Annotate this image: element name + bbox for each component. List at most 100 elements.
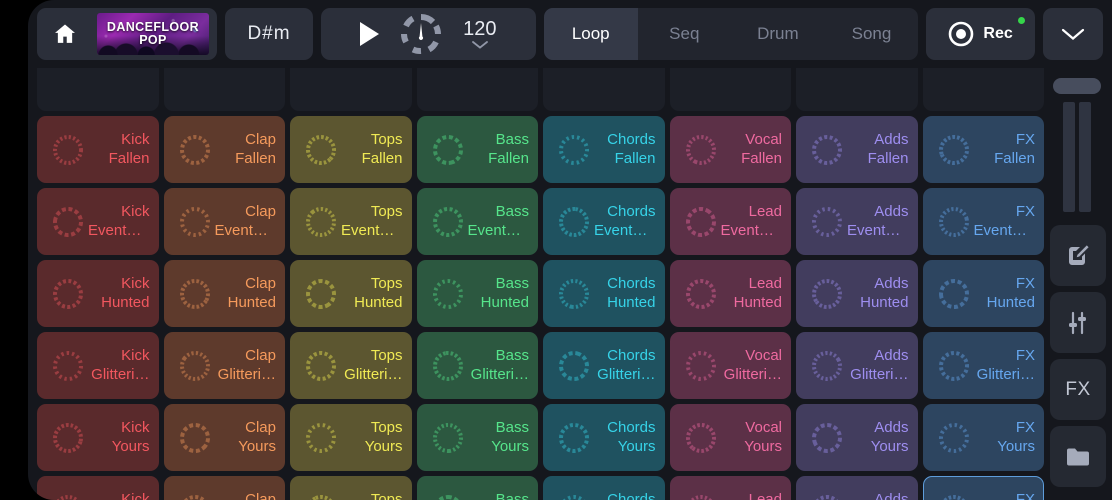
clip-variant-label: Glitteri… xyxy=(470,365,529,383)
clip-idle-icon xyxy=(685,134,716,165)
clip-track-label: Bass xyxy=(495,203,529,221)
clip-cell[interactable]: Kick Hunted xyxy=(37,260,159,327)
clip-cell[interactable]: Chords Hunted xyxy=(543,260,665,327)
clip-cell[interactable]: Vocal Fallen xyxy=(669,116,791,183)
fx-button[interactable]: FX xyxy=(1050,359,1106,420)
clip-cell[interactable]: Tops Yours xyxy=(290,404,412,471)
clip-variant-label: Glitteri… xyxy=(597,365,656,383)
metronome-icon[interactable] xyxy=(399,12,443,56)
clip-cell[interactable]: Chords Eventu… xyxy=(543,188,665,255)
clip-idle-icon xyxy=(179,278,210,309)
clip-track-label: Tops xyxy=(370,275,403,293)
clip-variant-label: Fallen xyxy=(488,149,529,167)
clip-cell-empty[interactable] xyxy=(37,68,159,111)
clip-cell[interactable]: Bass Hunted xyxy=(416,260,538,327)
clip-cell[interactable]: Adds Glitteri… xyxy=(796,332,918,399)
home-button[interactable] xyxy=(37,8,93,60)
clip-cell[interactable]: Tops Hunted xyxy=(290,260,412,327)
mixer-button[interactable] xyxy=(1050,292,1106,353)
clip-variant-label: Yours xyxy=(997,437,1035,455)
clip-idle-icon xyxy=(306,206,336,237)
clip-cell-empty[interactable] xyxy=(543,68,665,111)
clip-cell[interactable]: Bass Glitteri… xyxy=(416,332,538,399)
clip-cell-empty[interactable] xyxy=(163,68,285,111)
key-signature-button[interactable]: D#m xyxy=(225,8,313,60)
clip-cell[interactable]: Vocal Yours xyxy=(669,404,791,471)
clip-cell[interactable]: BassCrises xyxy=(416,476,538,500)
clip-cell[interactable]: FX Eventu… xyxy=(922,188,1044,255)
clip-cell[interactable]: Adds Eventu… xyxy=(796,188,918,255)
clip-variant-label: Yours xyxy=(111,437,150,455)
clip-cell[interactable]: Lead Hunted xyxy=(669,260,791,327)
grid-scrollbar-handle[interactable] xyxy=(1053,78,1101,94)
clip-cell[interactable]: ChordsCrises xyxy=(543,476,665,500)
clip-cell[interactable]: KickCrises xyxy=(37,476,159,500)
tab-drum[interactable]: Drum xyxy=(731,8,825,60)
clip-variant-label: Glitteri… xyxy=(344,365,403,383)
clip-cell[interactable]: TopsCrises xyxy=(290,476,412,500)
clip-idle-icon xyxy=(812,134,842,165)
clip-cell[interactable]: LeadCrises xyxy=(669,476,791,500)
clip-track-label: Tops xyxy=(370,347,403,365)
clip-cell[interactable]: Adds Yours xyxy=(796,404,918,471)
project-artwork[interactable]: DANCEFLOOR POP xyxy=(97,13,209,55)
expand-header-button[interactable] xyxy=(1042,8,1103,60)
clip-cell[interactable]: Clap Yours xyxy=(163,404,285,471)
clip-cell[interactable]: Chords Yours xyxy=(543,404,665,471)
clip-idle-icon xyxy=(432,494,463,500)
clip-cell[interactable]: Kick Yours xyxy=(37,404,159,471)
fader-left[interactable] xyxy=(1063,102,1075,212)
clip-cell[interactable]: FX Fallen xyxy=(922,116,1044,183)
clip-cell[interactable]: Adds Hunted xyxy=(796,260,918,327)
clip-grid-viewport[interactable]: Kick Fallen Clap Fallen Tops Fallen Bass Fallen… xyxy=(37,68,1044,500)
clip-cell[interactable]: Kick Fallen xyxy=(37,116,159,183)
clip-cell-empty[interactable] xyxy=(290,68,412,111)
clip-cell[interactable]: Tops Eventu… xyxy=(290,188,412,255)
clip-track-label: Vocal xyxy=(745,131,782,149)
clip-cell[interactable]: Clap Fallen xyxy=(163,116,285,183)
clip-cell[interactable]: Lead Eventu… xyxy=(669,188,791,255)
clip-cell[interactable]: Clap Hunted xyxy=(163,260,285,327)
clip-variant-label: Yours xyxy=(870,437,909,455)
clip-cell[interactable]: Chords Glitteri… xyxy=(543,332,665,399)
clip-cell-empty[interactable] xyxy=(922,68,1044,111)
clip-cell[interactable]: Tops Fallen xyxy=(290,116,412,183)
clip-cell[interactable]: Kick Eventu… xyxy=(37,188,159,255)
fader-group xyxy=(1055,102,1099,212)
edit-button[interactable] xyxy=(1050,225,1106,286)
clip-cell[interactable]: Adds Fallen xyxy=(796,116,918,183)
clip-cell[interactable]: Kick Glitteri… xyxy=(37,332,159,399)
clip-cell[interactable]: Clap Eventu… xyxy=(163,188,285,255)
clip-cell[interactable]: Vocal Glitteri… xyxy=(669,332,791,399)
clip-cell[interactable]: Bass Fallen xyxy=(416,116,538,183)
clip-track-label: FX xyxy=(1015,347,1035,365)
clip-cell[interactable]: FXCrises xyxy=(922,476,1044,500)
clip-cell[interactable]: ClapCrises xyxy=(163,476,285,500)
clip-cell-empty[interactable] xyxy=(669,68,791,111)
files-button[interactable] xyxy=(1050,426,1106,487)
clip-cell-empty[interactable] xyxy=(416,68,538,111)
tab-song[interactable]: Song xyxy=(825,8,919,60)
clip-track-label: Kick xyxy=(121,491,150,500)
fader-right[interactable] xyxy=(1079,102,1091,212)
clip-cell[interactable]: FX Yours xyxy=(922,404,1044,471)
clip-cell[interactable]: Bass Eventu… xyxy=(416,188,538,255)
tab-loop[interactable]: Loop xyxy=(543,8,638,60)
clip-cell[interactable]: Bass Yours xyxy=(416,404,538,471)
record-button[interactable]: Rec xyxy=(926,8,1035,60)
clip-idle-icon xyxy=(306,350,336,381)
clip-cell[interactable]: FX Hunted xyxy=(922,260,1044,327)
clip-cell[interactable]: FX Glitteri… xyxy=(922,332,1044,399)
record-label: Rec xyxy=(983,25,1013,42)
clip-cell[interactable]: Clap Glitteri… xyxy=(163,332,285,399)
clip-cell[interactable]: Tops Glitteri… xyxy=(290,332,412,399)
clip-cell[interactable]: AddsCrises xyxy=(796,476,918,500)
artwork-line2: POP xyxy=(139,33,167,48)
play-button[interactable] xyxy=(360,22,380,46)
clip-idle-icon xyxy=(812,422,842,453)
clip-cell[interactable]: Chords Fallen xyxy=(543,116,665,183)
clip-idle-icon xyxy=(559,206,589,237)
tab-seq[interactable]: Seq xyxy=(638,8,732,60)
bpm-control[interactable]: 120 xyxy=(463,19,496,49)
clip-cell-empty[interactable] xyxy=(796,68,918,111)
